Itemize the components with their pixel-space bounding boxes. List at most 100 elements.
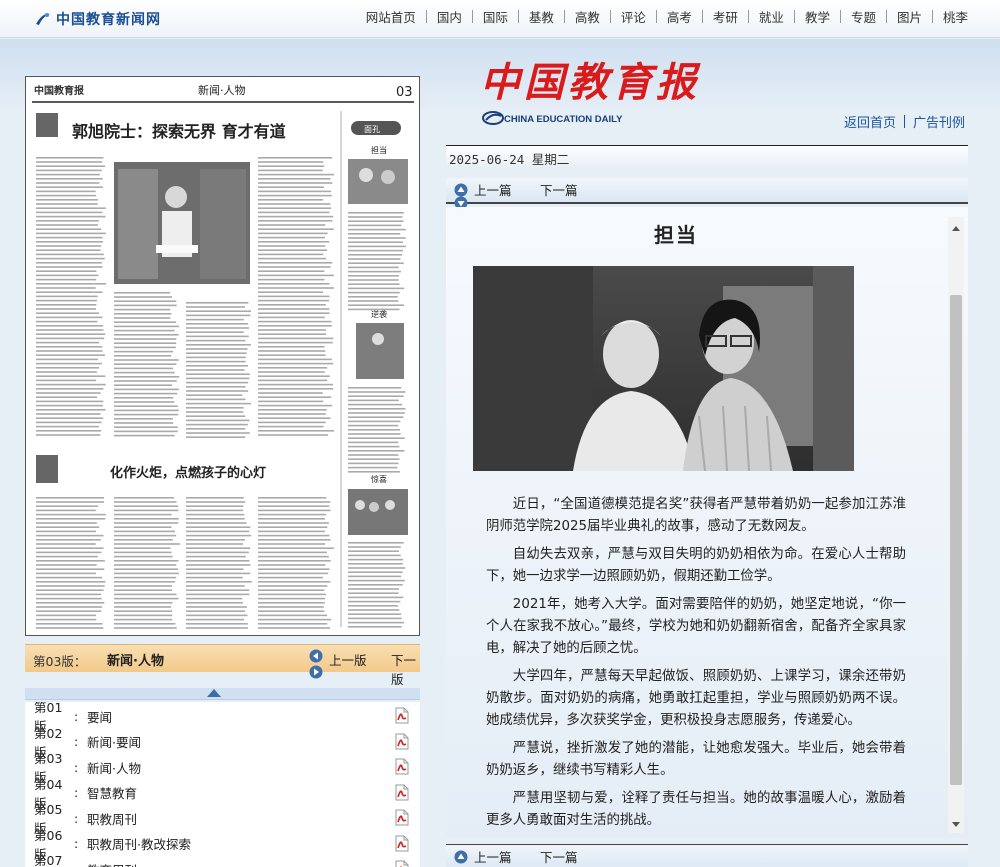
pdf-icon[interactable] bbox=[395, 860, 409, 867]
site-logo-text: 中国教育新闻网 bbox=[56, 9, 161, 29]
page-number[interactable]: 第07版 bbox=[34, 850, 74, 867]
current-page-label: 第03版： bbox=[33, 651, 86, 670]
header-links: 返回首页 广告刊例 bbox=[844, 112, 965, 131]
page-name[interactable]: 要闻 bbox=[87, 707, 112, 726]
article-nav-bottom: 上一篇 下一篇 bbox=[446, 844, 968, 867]
page-name[interactable]: 新闻·人物 bbox=[87, 758, 141, 777]
nav-item[interactable]: 桃李 bbox=[933, 7, 978, 26]
next-article-link[interactable]: 下一篇 bbox=[540, 180, 578, 199]
nav-item[interactable]: 专题 bbox=[841, 7, 886, 26]
article-paragraph: 自幼失去双亲，严慧与双目失明的奶奶相依为命。在爱心人士帮助下，她一边求学一边照顾… bbox=[486, 544, 906, 588]
prev-page-link[interactable]: 上一版 bbox=[329, 650, 367, 669]
masthead-logo-icon bbox=[482, 110, 504, 126]
ad-rates-link[interactable]: 广告刊例 bbox=[913, 112, 965, 131]
newspaper-page-view[interactable]: 中国教育报 新闻·人物 03 郭旭院士：探索无界 育才有道 面孔 化作火炬，点燃… bbox=[25, 76, 420, 636]
scroll-up-icon[interactable] bbox=[207, 689, 221, 697]
article-body: 近日，“全国道德模范提名奖”获得者严慧带着奶奶一起参加江苏淮阴师范学院2025届… bbox=[486, 494, 906, 837]
divider bbox=[904, 115, 905, 128]
page-list-item[interactable]: 第03版: 新闻·人物 bbox=[25, 754, 420, 780]
paper-sidebar-item-2: 逆袭 bbox=[371, 309, 387, 319]
issue-date: 2025-06-24 星期二 bbox=[449, 149, 569, 168]
current-page-name: 新闻·人物 bbox=[107, 650, 164, 669]
prev-page-arrow-icon[interactable] bbox=[309, 649, 323, 663]
prev-article-icon[interactable] bbox=[454, 183, 468, 197]
prev-article-icon[interactable] bbox=[454, 850, 468, 864]
page-list-item[interactable]: 第06版: 职教周刊·教改探索 bbox=[25, 831, 420, 857]
page-list-item[interactable]: 第07版:教育周刊 bbox=[25, 856, 420, 867]
scrollbar-thumb[interactable] bbox=[950, 295, 962, 785]
nav-item[interactable]: 教学 bbox=[795, 7, 840, 26]
article-scrollbar[interactable] bbox=[948, 217, 964, 833]
page-colon: : bbox=[74, 862, 87, 867]
paper-section: 新闻·人物 bbox=[198, 83, 246, 97]
next-page-arrow-icon[interactable] bbox=[309, 665, 323, 679]
next-page-link[interactable]: 下一版 bbox=[391, 650, 420, 688]
page-colon: : bbox=[74, 709, 87, 724]
date-bar: 2025-06-24 星期二 bbox=[446, 145, 968, 167]
article-photo bbox=[473, 266, 854, 471]
page-colon: : bbox=[74, 785, 87, 800]
current-page-bar: 第03版： 新闻·人物 上一版 下一版 bbox=[25, 644, 420, 672]
nav-item[interactable]: 国际 bbox=[473, 7, 518, 26]
page-colon: : bbox=[74, 734, 87, 749]
paper-headline-1: 郭旭院士：探索无界 育才有道 bbox=[72, 122, 286, 141]
paper-headline-2: 化作火炬，点燃孩子的心灯 bbox=[110, 465, 266, 481]
prev-article-link-bottom[interactable]: 上一篇 bbox=[474, 847, 512, 866]
nav-item[interactable]: 图片 bbox=[887, 7, 932, 26]
masthead-title: 中国教育报 bbox=[480, 50, 700, 108]
nav-item[interactable]: 国内 bbox=[427, 7, 472, 26]
next-article-link-bottom[interactable]: 下一篇 bbox=[540, 847, 578, 866]
paper-sidebar-heading: 面孔 bbox=[364, 125, 380, 134]
page-name[interactable]: 智慧教育 bbox=[87, 783, 137, 802]
page-colon: : bbox=[74, 811, 87, 826]
page-name[interactable]: 职教周刊·教改探索 bbox=[87, 834, 191, 853]
pdf-icon[interactable] bbox=[395, 758, 409, 775]
pdf-icon[interactable] bbox=[395, 809, 409, 826]
page-list-item[interactable]: 第02版: 新闻·要闻 bbox=[25, 729, 420, 755]
article-paragraph: 大学四年，严慧每天早起做饭、照顾奶奶、上课学习，课余还带奶奶散步。面对奶奶的病痛… bbox=[486, 666, 906, 732]
pdf-icon[interactable] bbox=[395, 733, 409, 750]
nav-item[interactable]: 考研 bbox=[703, 7, 748, 26]
pdf-icon[interactable] bbox=[395, 784, 409, 801]
masthead: 中国教育报 CHINA EDUCATION DAILY bbox=[480, 50, 670, 130]
top-nav: 网站首页 国内 国际 基教 高教 评论 高考 考研 就业 教学 专题 图片 桃李 bbox=[356, 6, 978, 26]
page-list-item[interactable]: 第04版: 智慧教育 bbox=[25, 780, 420, 806]
page-colon: : bbox=[74, 760, 87, 775]
page-name[interactable]: 职教周刊 bbox=[87, 809, 137, 828]
prev-article-link[interactable]: 上一篇 bbox=[474, 180, 512, 199]
article-paragraph: 严慧说，挫折激发了她的潜能，让她愈发强大。毕业后，她会带着奶奶返乡，继续书写精彩… bbox=[486, 738, 906, 782]
nav-item[interactable]: 基教 bbox=[519, 7, 564, 26]
masthead-subtitle: CHINA EDUCATION DAILY bbox=[504, 114, 622, 125]
article-panel: 担当 近日，“全国道德模范提名奖”获得者严慧带着奶奶一起参加江苏淮阴师范学院20… bbox=[446, 207, 968, 837]
logo-swoosh-icon bbox=[34, 10, 52, 28]
paper-sidebar-item-1: 担当 bbox=[371, 145, 387, 155]
page-list: 第01版: 要闻 第02版: 新闻·要闻 第03版: 新闻·人物 第04版: 智慧教育 第05版… bbox=[25, 702, 420, 867]
article-paragraph: 严慧用坚韧与爱，诠释了责任与担当。她的故事温暖人心，激励着更多人勇敢面对生活的挑… bbox=[486, 788, 906, 832]
paper-masthead: 中国教育报 bbox=[34, 84, 84, 97]
article-paragraph: 近日，“全国道德模范提名奖”获得者严慧带着奶奶一起参加江苏淮阴师范学院2025届… bbox=[486, 494, 906, 538]
article-title: 担当 bbox=[446, 219, 906, 248]
page-list-item[interactable]: 第01版: 要闻 bbox=[25, 703, 420, 729]
paper-page-number: 03 bbox=[396, 85, 413, 100]
paper-sidebar-item-3: 惊喜 bbox=[371, 474, 387, 484]
pdf-icon[interactable] bbox=[395, 835, 409, 852]
page-list-scroll-strip bbox=[25, 688, 420, 700]
nav-item[interactable]: 就业 bbox=[749, 7, 794, 26]
nav-item[interactable]: 高教 bbox=[565, 7, 610, 26]
pdf-icon[interactable] bbox=[395, 707, 409, 724]
article-paragraph: 2021年，她考入大学。面对需要陪伴的奶奶，她坚定地说，“你一个人在家我不放心。… bbox=[486, 594, 906, 660]
newspaper-page-image[interactable]: 中国教育报 新闻·人物 03 郭旭院士：探索无界 育才有道 面孔 化作火炬，点燃… bbox=[26, 77, 419, 635]
nav-item[interactable]: 网站首页 bbox=[356, 7, 426, 26]
site-logo[interactable]: 中国教育新闻网 bbox=[34, 8, 161, 30]
nav-item[interactable]: 高考 bbox=[657, 7, 702, 26]
scroll-down-arrow-icon[interactable] bbox=[952, 822, 960, 827]
top-nav-bar: 中国教育新闻网 网站首页 国内 国际 基教 高教 评论 高考 考研 就业 教学 专题 图片 桃李 bbox=[0, 0, 1000, 38]
article-nav-top: 上一篇 下一篇 bbox=[446, 178, 968, 204]
scroll-up-arrow-icon[interactable] bbox=[952, 226, 960, 231]
page-name[interactable]: 新闻·要闻 bbox=[87, 732, 141, 751]
nav-item[interactable]: 评论 bbox=[611, 7, 656, 26]
home-link[interactable]: 返回首页 bbox=[844, 112, 896, 131]
page-list-item[interactable]: 第05版: 职教周刊 bbox=[25, 805, 420, 831]
page-name[interactable]: 教育周刊 bbox=[87, 860, 137, 867]
page-colon: : bbox=[74, 836, 87, 851]
